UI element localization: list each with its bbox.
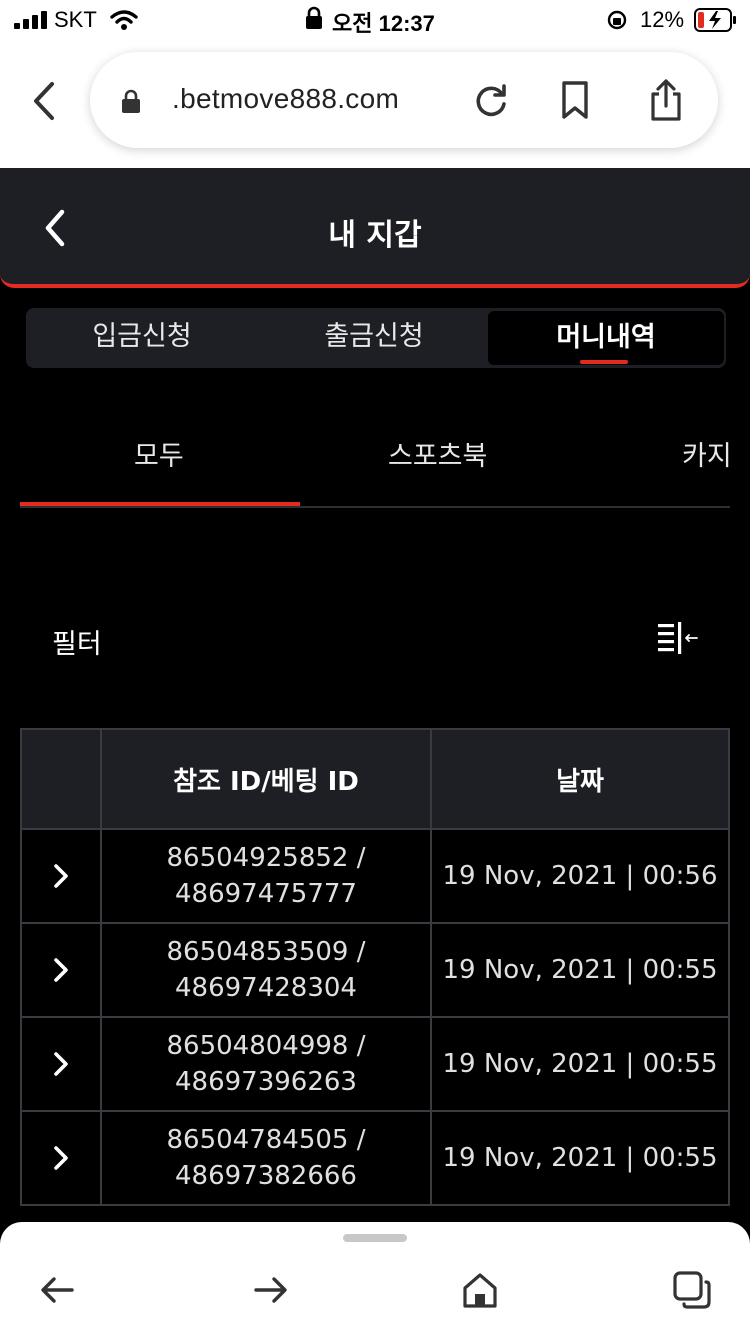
clock: 오전 12:37 — [332, 11, 435, 36]
date-cell: 19 Nov, 2021 | 00:55 — [442, 1143, 718, 1173]
expand-cell[interactable] — [22, 1112, 102, 1204]
lock-icon — [122, 89, 140, 113]
chevron-right-icon[interactable] — [52, 1050, 70, 1078]
chevron-right-icon[interactable] — [52, 1144, 70, 1172]
carrier-label: SKT — [54, 7, 97, 32]
expand-cell[interactable] — [22, 830, 102, 922]
table-row[interactable]: 86504853509 / 48697428304 19 Nov, 2021 |… — [22, 924, 728, 1018]
ref-id: 86504784505 / — [166, 1125, 366, 1155]
app-header: 내 지갑 — [0, 168, 750, 288]
status-bar: SKT 오전 12:37 12% — [0, 0, 750, 40]
tabs-icon[interactable] — [672, 1270, 712, 1310]
table-header: 참조 ID/베팅 ID 날짜 — [22, 730, 728, 830]
header-ref-id: 참조 ID/베팅 ID — [102, 730, 432, 828]
bet-id: 48697475777 — [175, 879, 357, 909]
filter-icon[interactable] — [656, 620, 700, 656]
table-row[interactable]: 86504925852 / 48697475777 19 Nov, 2021 |… — [22, 830, 728, 924]
money-history-table: 참조 ID/베팅 ID 날짜 86504925852 / 48697475777… — [20, 728, 730, 1206]
bet-id: 48697382666 — [175, 1161, 357, 1191]
ref-id-cell: 86504804998 / 48697396263 — [102, 1018, 432, 1110]
tab-withdraw[interactable]: 출금신청 — [258, 308, 490, 368]
bet-id: 48697396263 — [175, 1067, 357, 1097]
date-cell: 19 Nov, 2021 | 00:55 — [442, 1049, 718, 1079]
chevron-right-icon[interactable] — [52, 956, 70, 984]
reload-icon[interactable] — [472, 82, 510, 120]
expand-cell[interactable] — [22, 1018, 102, 1110]
header-date: 날짜 — [556, 766, 604, 797]
ref-id: 86504853509 / — [166, 937, 366, 967]
share-icon[interactable] — [648, 78, 684, 122]
browser-address-bar: .betmove888.com — [0, 40, 750, 168]
ref-id-cell: 86504853509 / 48697428304 — [102, 924, 432, 1016]
page-title: 내 지갑 — [328, 218, 422, 253]
table-row[interactable]: 86504804998 / 48697396263 19 Nov, 2021 |… — [22, 1018, 728, 1112]
ref-id: 86504804998 / — [166, 1031, 366, 1061]
expand-cell[interactable] — [22, 924, 102, 1016]
category-active-indicator — [20, 502, 300, 506]
ref-id-cell: 86504784505 / 48697382666 — [102, 1112, 432, 1204]
date-cell: 19 Nov, 2021 | 00:56 — [442, 861, 718, 891]
signal-icon — [14, 11, 47, 29]
tab-all[interactable]: 모두 — [134, 434, 184, 473]
home-icon[interactable] — [460, 1270, 500, 1310]
browser-toolbar — [0, 1222, 750, 1334]
url-text: .betmove888.com — [172, 83, 400, 114]
ref-id: 86504925852 / — [166, 843, 366, 873]
bet-id: 48697428304 — [175, 973, 357, 1003]
battery-percent: 12% — [640, 7, 685, 32]
table-row[interactable]: 86504784505 / 48697382666 19 Nov, 2021 |… — [22, 1112, 728, 1206]
arrow-right-icon[interactable] — [250, 1270, 290, 1310]
active-tab-underline — [580, 360, 628, 364]
orientation-lock-icon — [306, 6, 322, 29]
tab-money-history[interactable]: 머니내역 — [488, 311, 724, 365]
arrow-left-icon[interactable] — [38, 1270, 78, 1310]
tab-sportsbook[interactable]: 스포츠북 — [388, 434, 487, 473]
bookmark-icon[interactable] — [560, 80, 590, 120]
tab-deposit[interactable]: 입금신청 — [26, 308, 258, 368]
date-cell: 19 Nov, 2021 | 00:55 — [442, 955, 718, 985]
url-field[interactable]: .betmove888.com — [90, 52, 718, 148]
rotation-lock-icon — [607, 10, 627, 30]
chevron-right-icon[interactable] — [52, 862, 70, 890]
tab-casino[interactable]: 카지 — [682, 434, 730, 473]
ref-id-cell: 86504925852 / 48697475777 — [102, 830, 432, 922]
wallet-segment-tabs: 입금신청 출금신청 머니내역 — [26, 308, 726, 368]
filter-label: 필터 — [52, 629, 102, 660]
drag-handle[interactable] — [343, 1234, 407, 1242]
wifi-icon — [110, 10, 138, 30]
browser-back-icon[interactable] — [28, 80, 60, 122]
category-tabs: 모두 스포츠북 카지 — [20, 400, 730, 508]
battery-charging-icon — [694, 8, 736, 32]
header-expand-col — [22, 730, 102, 828]
